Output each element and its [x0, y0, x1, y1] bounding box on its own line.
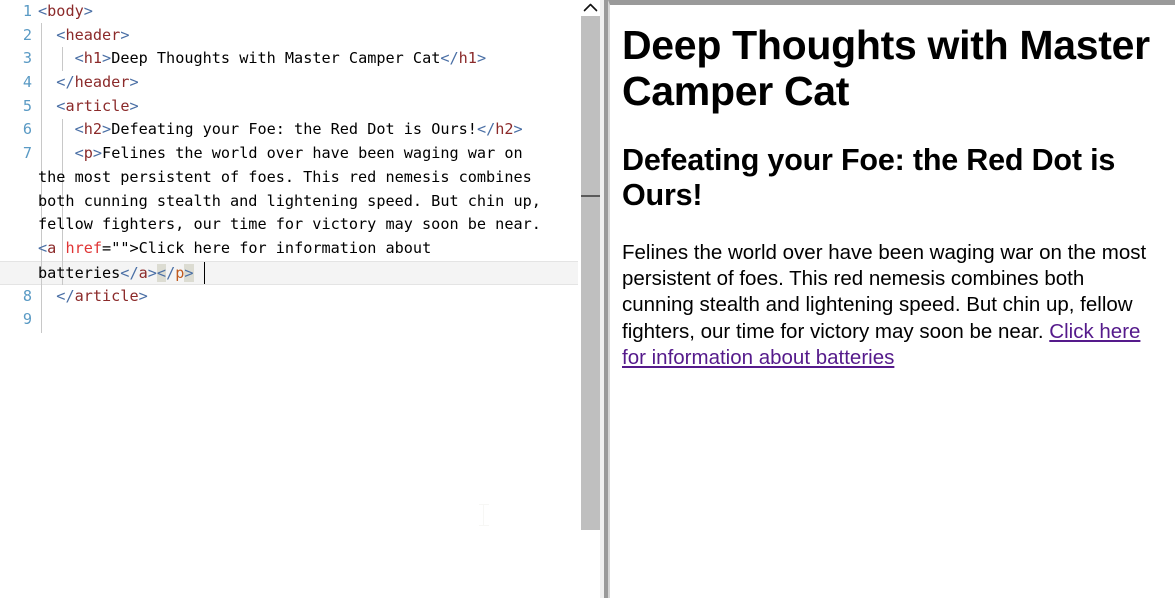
closing-p-tag-name: p [175, 263, 185, 282]
code-line-5-text: <article> [56, 96, 139, 115]
code-line-2[interactable]: 2 <header> [0, 24, 130, 48]
scrollbar-track-lower[interactable] [581, 530, 600, 598]
line-number: 6 [22, 120, 32, 139]
code-line-5[interactable]: 5 <article> [0, 95, 139, 119]
scrollbar-thumb[interactable] [581, 16, 600, 530]
code-line-3[interactable]: 3 <h1>Deep Thoughts with Master Camper C… [0, 47, 486, 71]
code-line-9[interactable]: 9 [0, 308, 110, 332]
preview-paragraph: Felines the world over have been waging … [622, 240, 1161, 371]
line-number: 7 [22, 144, 32, 163]
code-text-area[interactable]: 1 <body> 2 <header> 3 <h1>Deep Thoughts … [0, 0, 578, 598]
tag-body-open: body [47, 2, 84, 20]
editor-vertical-scrollbar[interactable] [581, 0, 600, 598]
code-line-7-row-3: both cunning stealth and lightening spee… [38, 191, 541, 210]
code-line-7-row-4: fellow fighters, our time for victory ma… [38, 215, 541, 234]
code-line-4-text: </header> [56, 73, 139, 92]
code-line-8[interactable]: 8 </article> [0, 285, 148, 309]
code-editor-pane[interactable]: 1 <body> 2 <header> 3 <h1>Deep Thoughts … [0, 0, 578, 598]
code-line-7[interactable]: 7 <p>Felines the world over have been wa… [0, 142, 541, 284]
code-line-7-row-2: the most persistent of foes. This red ne… [38, 167, 532, 186]
code-line-3-text: <h1>Deep Thoughts with Master Camper Cat… [74, 49, 487, 68]
href-attribute-name: href [65, 238, 103, 257]
code-lines: 1 <body> 2 <header> 3 <h1>Deep Thoughts … [0, 0, 541, 332]
html-editor-preview-window: 1 <body> 2 <header> 3 <h1>Deep Thoughts … [0, 0, 1175, 598]
line-number: 3 [22, 49, 32, 68]
preview-heading-1: Deep Thoughts with Master Camper Cat [622, 22, 1150, 114]
code-line-1[interactable]: 1 <body> [0, 0, 110, 24]
line-number: 5 [22, 96, 32, 115]
p-source-text-part1: Felines the world over have been waging … [102, 144, 523, 163]
bracket-match-open: < [156, 263, 167, 282]
code-line-1-text: <body> [38, 2, 93, 20]
scrollbar-thumb-divider [581, 195, 600, 197]
code-line-7-row-1: <p>Felines the world over have been wagi… [74, 144, 523, 163]
h1-source-text: Deep Thoughts with Master Camper Cat [111, 49, 441, 68]
preview-heading-2: Defeating your Foe: the Red Dot is Ours! [622, 142, 1116, 212]
line-number: 8 [22, 286, 32, 305]
code-line-7-row-5: <a href="">Click here for information ab… [38, 238, 432, 257]
anchor-inner-text-part2: batteries [38, 263, 121, 282]
bracket-match-close: > [184, 263, 194, 282]
anchor-tag-name: a [47, 238, 57, 257]
href-attribute-value: ="" [102, 238, 130, 257]
chevron-up-icon [583, 3, 598, 12]
code-line-7-row-6: batteries</a></p> [38, 263, 194, 282]
line-number: 2 [22, 25, 32, 44]
code-line-2-text: <header> [56, 25, 130, 44]
preview-document-body: Deep Thoughts with Master Camper Cat Def… [610, 5, 1175, 371]
code-line-8-text: </article> [56, 286, 148, 305]
h2-source-text: Defeating your Foe: the Red Dot is Ours! [111, 120, 477, 139]
ibeam-cursor-icon [479, 504, 489, 526]
pane-splitter-handle[interactable] [604, 0, 608, 598]
tag-header-open: header [65, 25, 121, 44]
line-number: 1 [22, 2, 32, 20]
rendered-preview-pane: Deep Thoughts with Master Camper Cat Def… [608, 0, 1175, 598]
line-number: 9 [22, 310, 32, 329]
code-line-4[interactable]: 4 </header> [0, 71, 139, 95]
line-number: 4 [22, 73, 32, 92]
scroll-up-button[interactable] [581, 0, 600, 15]
anchor-inner-text-part1: >Click here for information about [129, 238, 432, 257]
code-line-6-text: <h2>Defeating your Foe: the Red Dot is O… [74, 120, 523, 139]
code-line-6[interactable]: 6 <h2>Defeating your Foe: the Red Dot is… [0, 118, 523, 142]
pane-splitter[interactable] [600, 0, 608, 598]
text-caret [204, 262, 205, 284]
